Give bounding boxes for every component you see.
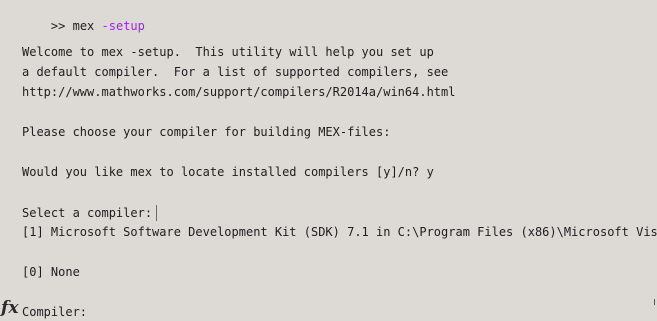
output-line: http://www.mathworks.com/support/compile… [22,85,456,99]
compiler-input-prompt[interactable]: Compiler: [22,305,87,319]
command-text: mex [72,19,95,33]
output-line: Welcome to mex -setup. This utility will… [22,45,434,59]
compiler-option-0: [0] None [22,265,80,279]
command-prompt-line: >> mex -setup [22,5,145,33]
command-window[interactable]: >> mex -setup Welcome to mex -setup. Thi… [0,0,657,321]
output-text: Select a compiler: [22,206,153,220]
output-line: Please choose your compiler for building… [22,125,391,139]
fx-icon[interactable]: fx [1,299,18,317]
scrollbar-mark [654,299,655,305]
output-line: a default compiler. For a list of suppor… [22,65,449,79]
output-line: Would you like mex to locate installed c… [22,165,434,179]
command-flag: -setup [101,19,145,33]
select-compiler-line: Select a compiler: [22,205,158,221]
text-cursor [156,205,158,221]
prompt-symbol: >> [50,19,66,33]
compiler-option-1: [1] Microsoft Software Development Kit (… [22,225,657,239]
